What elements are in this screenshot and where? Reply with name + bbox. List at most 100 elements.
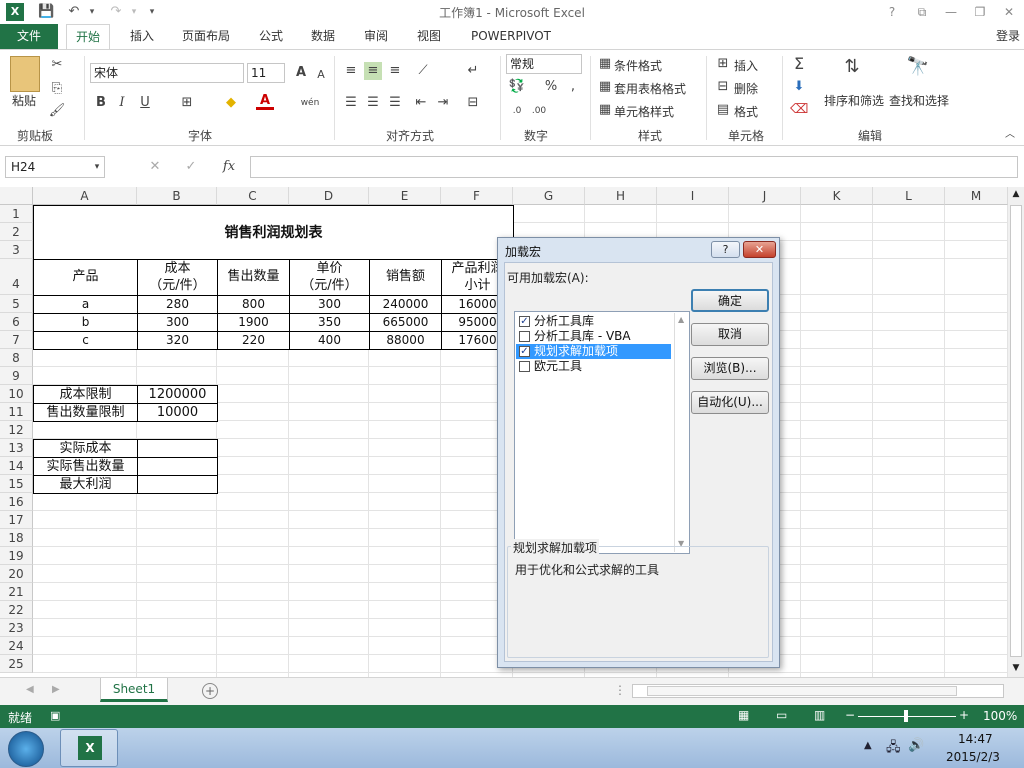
autosum-icon[interactable]: Σ xyxy=(790,55,808,73)
column-header[interactable]: M xyxy=(945,187,1008,205)
delete-cells-icon[interactable]: ⊟ xyxy=(714,78,732,96)
hscroll-thumb[interactable] xyxy=(647,686,957,696)
zoom-level[interactable]: 100% xyxy=(983,709,1017,723)
column-header[interactable]: F xyxy=(441,187,513,205)
addin-checkbox[interactable] xyxy=(519,331,530,342)
font-size-select[interactable]: 11 xyxy=(247,63,285,83)
scroll-thumb[interactable] xyxy=(1010,205,1022,657)
confirm-entry-icon[interactable]: ✓ xyxy=(182,158,200,176)
browse-button[interactable]: 浏览(B)... xyxy=(691,357,769,380)
increase-decimal-icon[interactable]: .0 xyxy=(508,102,526,120)
split-handle-icon[interactable]: ⋮ xyxy=(614,683,626,697)
table-header-cell[interactable]: 成本 （元/件） xyxy=(137,259,218,296)
row-header[interactable]: 15 xyxy=(0,475,33,493)
cell-styles-icon[interactable]: ▦ xyxy=(596,101,614,119)
list-scroll-up-icon[interactable]: ▲ xyxy=(678,315,684,324)
row-header[interactable]: 4 xyxy=(0,259,33,295)
scroll-down-icon[interactable]: ▼ xyxy=(1010,663,1022,675)
volume-icon[interactable]: 🔊 xyxy=(908,738,924,753)
format-as-table-button[interactable]: 套用表格格式 xyxy=(614,80,686,97)
align-center-icon[interactable]: ☰ xyxy=(364,94,382,112)
clear-icon[interactable]: ⌫ xyxy=(790,101,808,119)
cancel-entry-icon[interactable]: ✕ xyxy=(146,158,164,176)
tab-home[interactable]: 开始 xyxy=(66,24,110,49)
result-value-cell[interactable] xyxy=(137,457,218,476)
row-header[interactable]: 24 xyxy=(0,637,33,655)
table-cell[interactable]: c xyxy=(33,331,138,350)
addin-list-item[interactable]: ✓ 分析工具库 xyxy=(516,314,671,329)
result-value-cell[interactable] xyxy=(137,439,218,458)
ribbon-display-options-icon[interactable]: ⧉ xyxy=(911,4,933,20)
percent-style-button[interactable]: % xyxy=(542,78,560,96)
result-value-cell[interactable] xyxy=(137,475,218,494)
addin-checkbox[interactable]: ✓ xyxy=(519,316,530,327)
sheet-nav-next-icon[interactable]: ▶ xyxy=(52,684,60,695)
new-sheet-icon[interactable]: + xyxy=(202,683,218,699)
accounting-format-icon[interactable]: 💱 xyxy=(508,78,526,96)
shrink-font-icon[interactable]: A xyxy=(312,66,330,84)
sheet-nav-prev-icon[interactable]: ◀ xyxy=(26,684,34,695)
table-header-cell[interactable]: 单价 （元/件） xyxy=(289,259,370,296)
row-header[interactable]: 8 xyxy=(0,349,33,367)
tab-file[interactable]: 文件 xyxy=(0,24,58,49)
wrap-text-icon[interactable]: ↵ xyxy=(464,62,482,80)
table-cell[interactable]: a xyxy=(33,295,138,314)
column-header[interactable]: E xyxy=(369,187,441,205)
column-header[interactable]: H xyxy=(585,187,657,205)
dialog-close-button[interactable]: ✕ xyxy=(743,241,776,258)
table-cell[interactable]: 350 xyxy=(289,313,370,332)
column-header[interactable]: G xyxy=(513,187,585,205)
row-header[interactable]: 13 xyxy=(0,439,33,457)
table-cell[interactable]: 800 xyxy=(217,295,290,314)
close-button[interactable]: ✕ xyxy=(998,4,1020,20)
column-header[interactable]: K xyxy=(801,187,873,205)
align-bottom-icon[interactable]: ≡ xyxy=(386,62,404,80)
row-header[interactable]: 21 xyxy=(0,583,33,601)
help-button[interactable]: ? xyxy=(881,4,903,20)
table-cell[interactable]: 400 xyxy=(289,331,370,350)
column-header[interactable]: I xyxy=(657,187,729,205)
sort-filter-button[interactable]: 排序和筛选 xyxy=(824,92,884,109)
format-as-table-icon[interactable]: ▦ xyxy=(596,78,614,96)
format-cells-button[interactable]: 格式 xyxy=(734,103,758,120)
taskbar-excel-button[interactable]: X xyxy=(60,729,118,767)
table-cell[interactable]: 88000 xyxy=(369,331,442,350)
column-header[interactable]: A xyxy=(33,187,137,205)
limit-cell[interactable]: 成本限制 xyxy=(33,385,138,404)
paste-button[interactable]: 粘贴 xyxy=(12,92,36,109)
merge-center-icon[interactable]: ⊟ xyxy=(464,94,482,112)
orientation-icon[interactable]: ⟋ xyxy=(414,62,432,80)
macro-record-icon[interactable]: ▣ xyxy=(50,709,60,722)
restore-button[interactable]: ❐ xyxy=(969,4,991,20)
delete-cells-button[interactable]: 删除 xyxy=(734,80,758,97)
addin-checkbox[interactable]: ✓ xyxy=(519,346,530,357)
limit-cell[interactable]: 1200000 xyxy=(137,385,218,404)
table-cell[interactable]: 240000 xyxy=(369,295,442,314)
font-color-icon[interactable]: A xyxy=(256,92,274,110)
table-cell[interactable]: 300 xyxy=(137,313,218,332)
tab-page-layout[interactable]: 页面布局 xyxy=(175,24,237,49)
select-all-corner[interactable] xyxy=(0,187,33,205)
table-cell[interactable]: 300 xyxy=(289,295,370,314)
zoom-in-button[interactable]: + xyxy=(959,708,969,722)
ok-button[interactable]: 确定 xyxy=(691,289,769,312)
table-cell[interactable]: 665000 xyxy=(369,313,442,332)
result-label-cell[interactable]: 最大利润 xyxy=(33,475,138,494)
increase-indent-icon[interactable]: ⇥ xyxy=(434,94,452,112)
table-cell[interactable]: 320 xyxy=(137,331,218,350)
tray-expand-icon[interactable]: ▲ xyxy=(864,740,872,751)
table-cell[interactable]: 280 xyxy=(137,295,218,314)
page-break-view-icon[interactable]: ▥ xyxy=(814,708,825,722)
align-right-icon[interactable]: ☰ xyxy=(386,94,404,112)
copy-icon[interactable]: ⎘ xyxy=(48,80,66,98)
find-select-button[interactable]: 查找和选择 xyxy=(889,92,949,109)
row-header[interactable]: 5 xyxy=(0,295,33,313)
normal-view-icon[interactable]: ▦ xyxy=(738,708,749,722)
row-header[interactable]: 22 xyxy=(0,601,33,619)
grow-font-icon[interactable]: A xyxy=(292,64,310,82)
sheet-tab-sheet1[interactable]: Sheet1 xyxy=(100,678,168,702)
tab-data[interactable]: 数据 xyxy=(304,24,342,49)
row-header[interactable]: 2 xyxy=(0,223,33,241)
italic-button[interactable]: I xyxy=(113,94,131,112)
clock-time[interactable]: 14:47 xyxy=(958,732,993,746)
